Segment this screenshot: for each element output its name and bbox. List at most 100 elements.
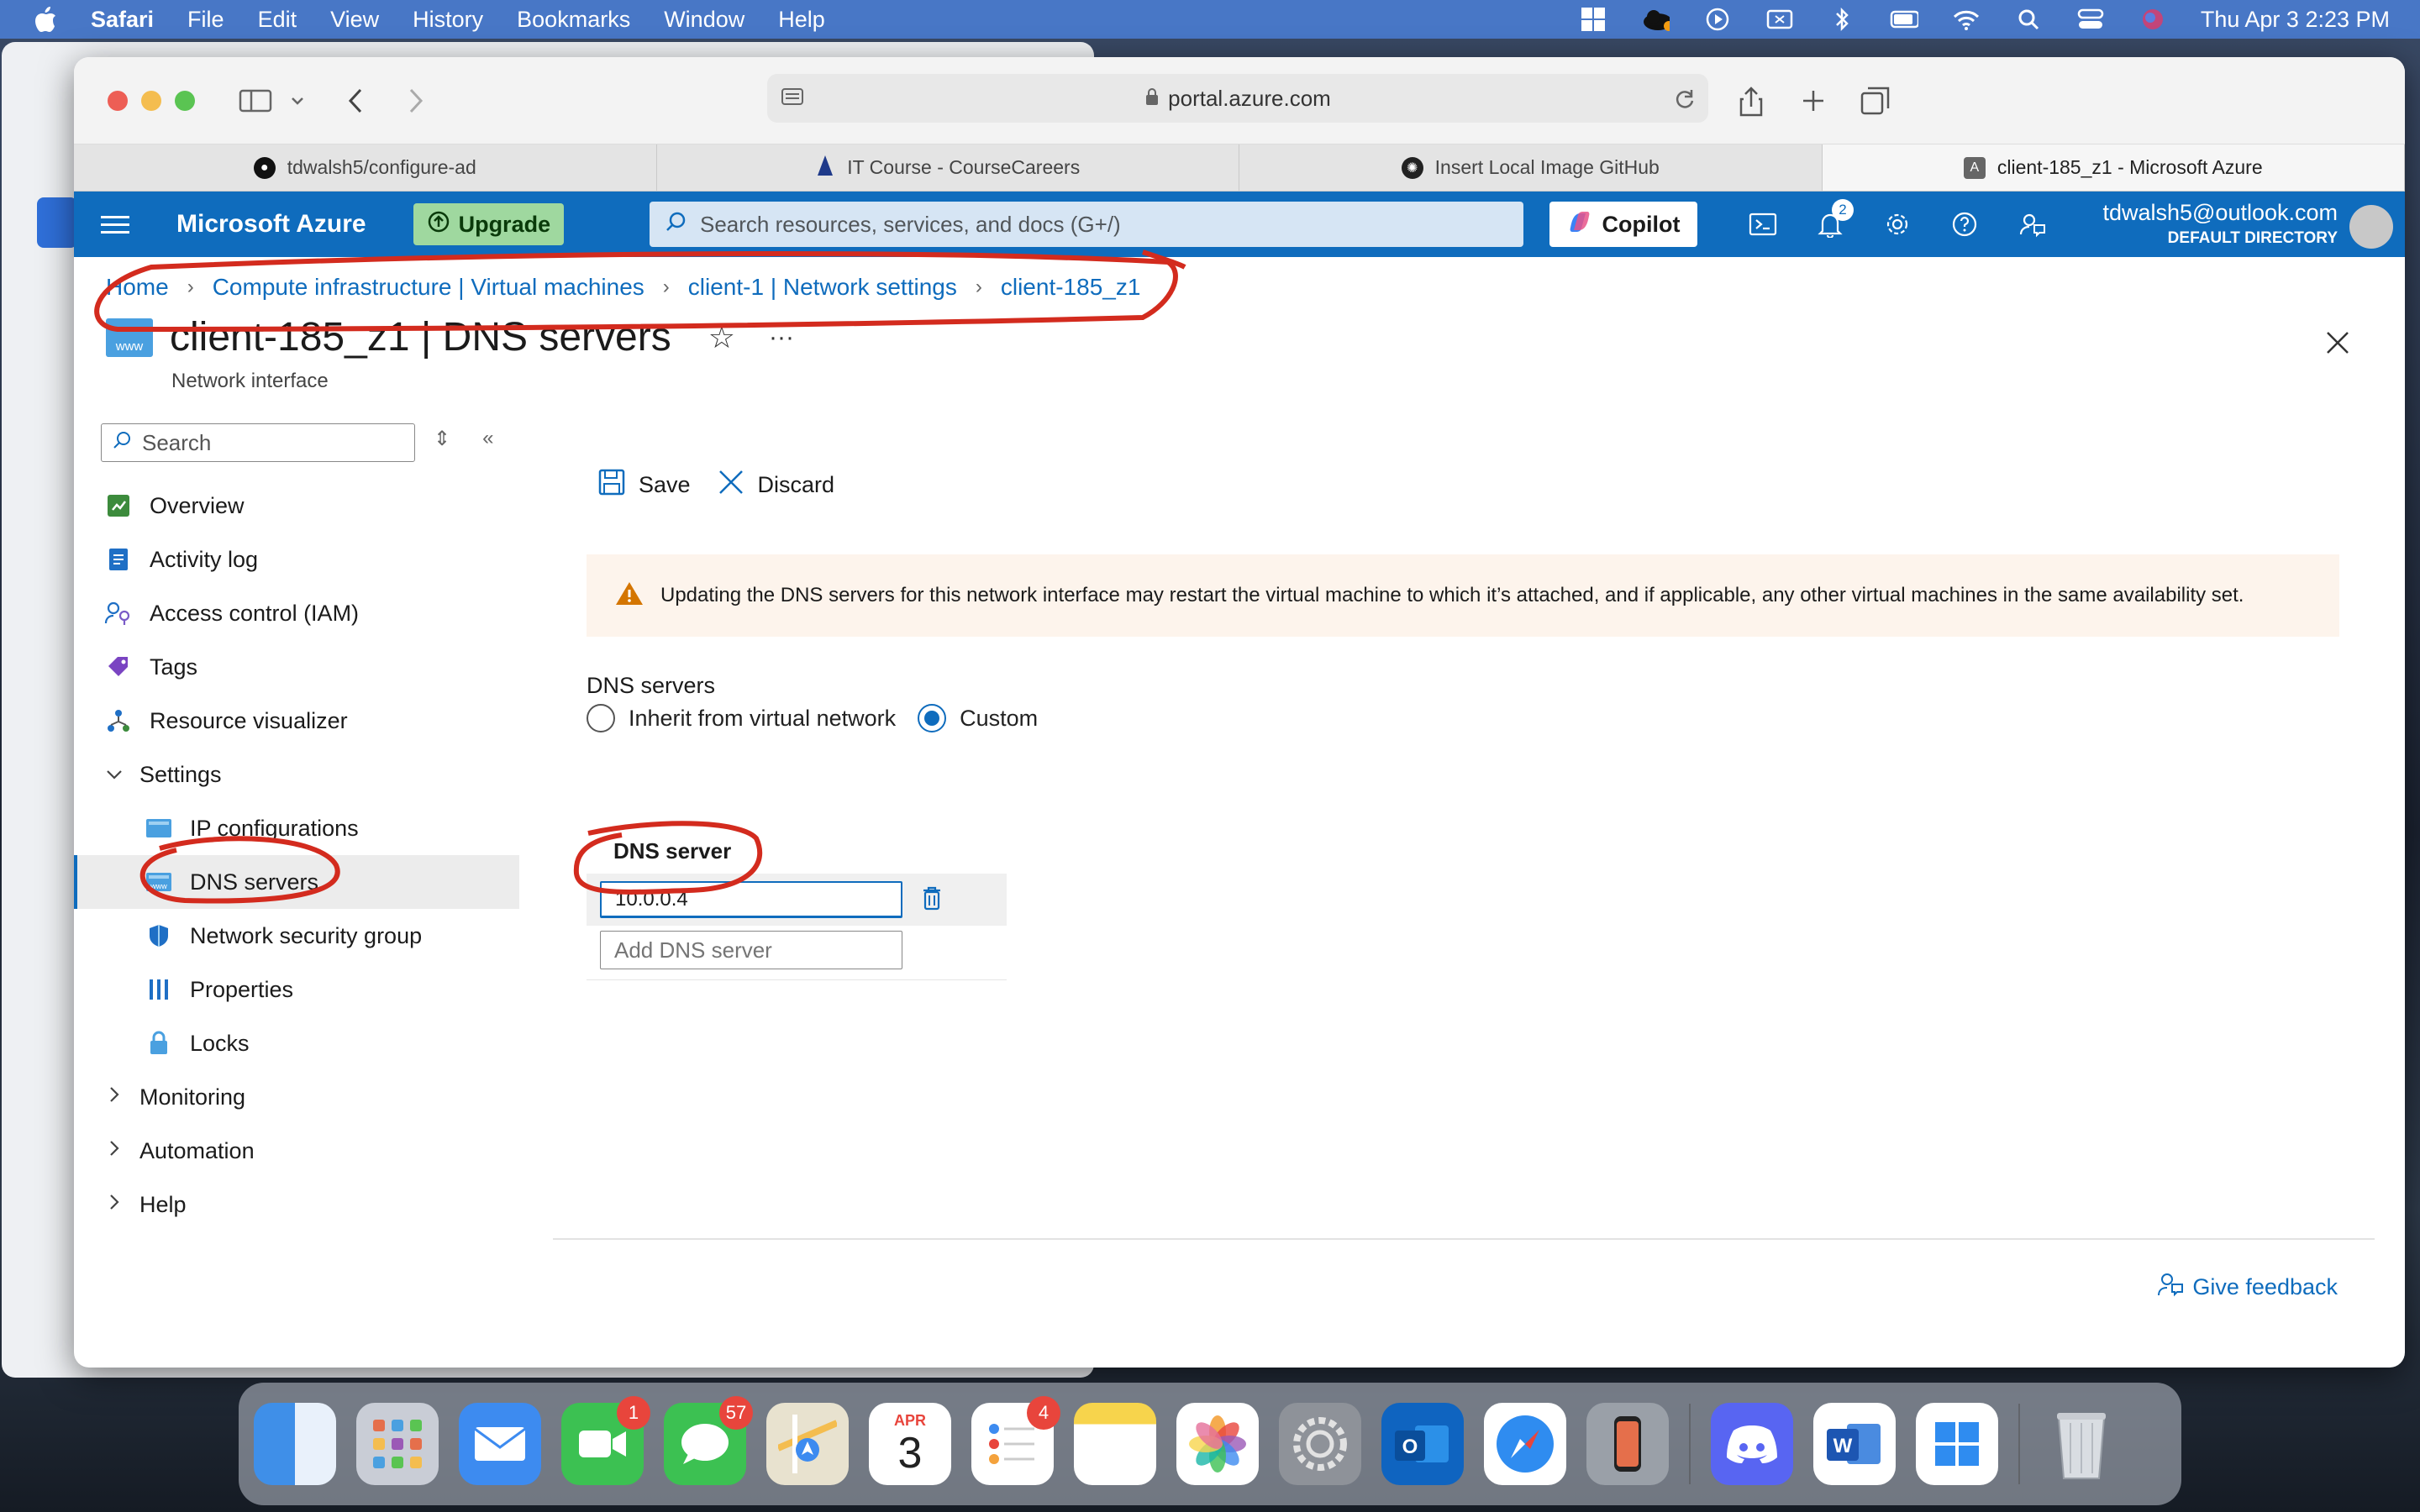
more-options-icon[interactable]: ··· — [769, 323, 794, 352]
notes-icon[interactable] — [1074, 1403, 1156, 1485]
radio-inherit[interactable]: Inherit from virtual network — [587, 704, 896, 732]
sidebar-item-activity-log[interactable]: Activity log — [74, 533, 519, 586]
maximize-window-button[interactable] — [175, 91, 195, 111]
radio-custom-circle[interactable] — [918, 704, 947, 732]
cloud-shell-icon[interactable] — [1746, 207, 1780, 241]
sidebar-item-locks[interactable]: Locks — [74, 1016, 519, 1070]
upgrade-button[interactable]: Upgrade — [413, 203, 565, 245]
calendar-icon[interactable]: APR 3 — [869, 1403, 951, 1485]
iphone-mirroring-icon[interactable] — [1586, 1403, 1669, 1485]
dns-server-input[interactable] — [600, 881, 902, 918]
menu-help[interactable]: Help — [778, 7, 825, 33]
control-center-icon[interactable] — [2076, 7, 2105, 32]
forward-button[interactable] — [405, 82, 427, 119]
feedback-person-icon[interactable] — [2015, 207, 2049, 241]
word-icon[interactable]: W — [1813, 1403, 1896, 1485]
discord-icon[interactable] — [1711, 1403, 1793, 1485]
tab-coursecareers[interactable]: IT Course - CourseCareers — [657, 144, 1239, 191]
sidebar-item-dns-servers[interactable]: www DNS servers — [74, 855, 519, 909]
system-settings-icon[interactable] — [1279, 1403, 1361, 1485]
safari-icon[interactable] — [1484, 1403, 1566, 1485]
radio-custom[interactable]: Custom — [918, 704, 1038, 732]
screen-share-icon[interactable] — [1765, 7, 1794, 32]
battery-icon[interactable] — [1890, 7, 1918, 32]
menu-app-name[interactable]: Safari — [91, 7, 154, 33]
global-search-input[interactable]: Search resources, services, and docs (G+… — [650, 202, 1523, 247]
tab-chatgpt[interactable]: ✺ Insert Local Image GitHub — [1239, 144, 1823, 191]
sidebar-item-ip-configurations[interactable]: IP configurations — [74, 801, 519, 855]
close-window-button[interactable] — [108, 91, 128, 111]
sidebar-item-network-security-group[interactable]: Network security group — [74, 909, 519, 963]
menu-window[interactable]: Window — [664, 7, 744, 33]
add-dns-server-input[interactable] — [600, 931, 902, 969]
account-menu[interactable]: tdwalsh5@outlook.com DEFAULT DIRECTORY — [2102, 200, 2338, 248]
maps-icon[interactable] — [766, 1403, 849, 1485]
discard-button[interactable]: Discard — [718, 469, 834, 501]
sidebar-item-iam[interactable]: Access control (IAM) — [74, 586, 519, 640]
favorite-star-icon[interactable]: ☆ — [708, 320, 735, 355]
windows-app-icon[interactable] — [1916, 1403, 1998, 1485]
radio-inherit-circle[interactable] — [587, 704, 615, 732]
spotlight-search-icon[interactable] — [2014, 7, 2043, 32]
messages-icon[interactable]: 57 — [664, 1396, 753, 1485]
page-settings-icon[interactable] — [781, 87, 804, 115]
mail-icon[interactable] — [459, 1403, 541, 1485]
menu-file[interactable]: File — [187, 7, 224, 33]
azure-brand[interactable]: Microsoft Azure — [176, 210, 366, 239]
breadcrumb-virtual-machines[interactable]: Compute infrastructure | Virtual machine… — [213, 274, 644, 301]
reload-icon[interactable] — [1673, 87, 1697, 117]
bluetooth-icon[interactable] — [1828, 7, 1856, 32]
save-button[interactable]: Save — [598, 469, 691, 501]
siri-icon[interactable] — [2139, 7, 2167, 32]
new-tab-icon[interactable] — [1798, 82, 1828, 119]
sidebar-group-automation[interactable]: Automation — [74, 1124, 519, 1178]
menu-view[interactable]: View — [330, 7, 379, 33]
sidebar-group-monitoring[interactable]: Monitoring — [74, 1070, 519, 1124]
share-icon[interactable] — [1736, 82, 1766, 119]
cloud-icon[interactable] — [1641, 7, 1670, 32]
copilot-button[interactable]: Copilot — [1549, 202, 1697, 247]
back-button[interactable] — [345, 82, 366, 119]
chevron-down-icon[interactable] — [289, 82, 306, 119]
reminders-icon[interactable]: 4 — [971, 1396, 1060, 1485]
sort-toggle-icon[interactable]: ⇕ — [434, 427, 450, 451]
breadcrumb-network-settings[interactable]: client-1 | Network settings — [688, 274, 957, 301]
menu-edit[interactable]: Edit — [258, 7, 297, 33]
tab-azure[interactable]: A client-185_z1 - Microsoft Azure — [1822, 144, 2405, 191]
collapse-sidebar-icon[interactable]: « — [482, 427, 493, 451]
play-icon[interactable] — [1703, 7, 1732, 32]
notifications-bell-icon[interactable]: 2 — [1813, 199, 1854, 241]
give-feedback-link[interactable]: Give feedback — [2157, 1272, 2338, 1303]
sidebar-search-input[interactable]: Search — [101, 423, 415, 462]
help-icon[interactable] — [1948, 207, 1981, 241]
tab-github[interactable]: ● tdwalsh5/configure-ad — [74, 144, 657, 191]
sidebar-item-properties[interactable]: Properties — [74, 963, 519, 1016]
avatar[interactable] — [2349, 205, 2393, 249]
breadcrumb-nic[interactable]: client-185_z1 — [1001, 274, 1141, 301]
minimize-window-button[interactable] — [141, 91, 161, 111]
menu-clock[interactable]: Thu Apr 3 2:23 PM — [2201, 7, 2390, 33]
hamburger-menu-icon[interactable] — [101, 215, 129, 234]
menu-history[interactable]: History — [413, 7, 483, 33]
windows-app-icon[interactable] — [1579, 7, 1607, 32]
sidebar-item-resource-visualizer[interactable]: Resource visualizer — [74, 694, 519, 748]
sidebar-item-overview[interactable]: Overview — [74, 479, 519, 533]
address-bar[interactable]: portal.azure.com — [767, 74, 1708, 123]
tab-overview-icon[interactable] — [1859, 82, 1892, 119]
trash-icon[interactable] — [2040, 1403, 2123, 1485]
menu-bookmarks[interactable]: Bookmarks — [517, 7, 630, 33]
sidebar-toggle-icon[interactable] — [237, 82, 274, 119]
photos-icon[interactable] — [1176, 1403, 1259, 1485]
settings-gear-icon[interactable] — [1881, 207, 1914, 241]
sidebar-group-help[interactable]: Help — [74, 1178, 519, 1231]
facetime-icon[interactable]: 1 — [561, 1396, 650, 1485]
wifi-icon[interactable] — [1952, 7, 1981, 32]
apple-icon[interactable] — [30, 4, 60, 34]
outlook-icon[interactable]: O — [1381, 1403, 1464, 1485]
close-icon[interactable] — [2321, 326, 2354, 360]
launchpad-icon[interactable] — [356, 1403, 439, 1485]
breadcrumb-home[interactable]: Home — [106, 274, 169, 301]
sidebar-group-settings[interactable]: Settings — [74, 748, 519, 801]
finder-icon[interactable] — [254, 1403, 336, 1485]
sidebar-item-tags[interactable]: Tags — [74, 640, 519, 694]
